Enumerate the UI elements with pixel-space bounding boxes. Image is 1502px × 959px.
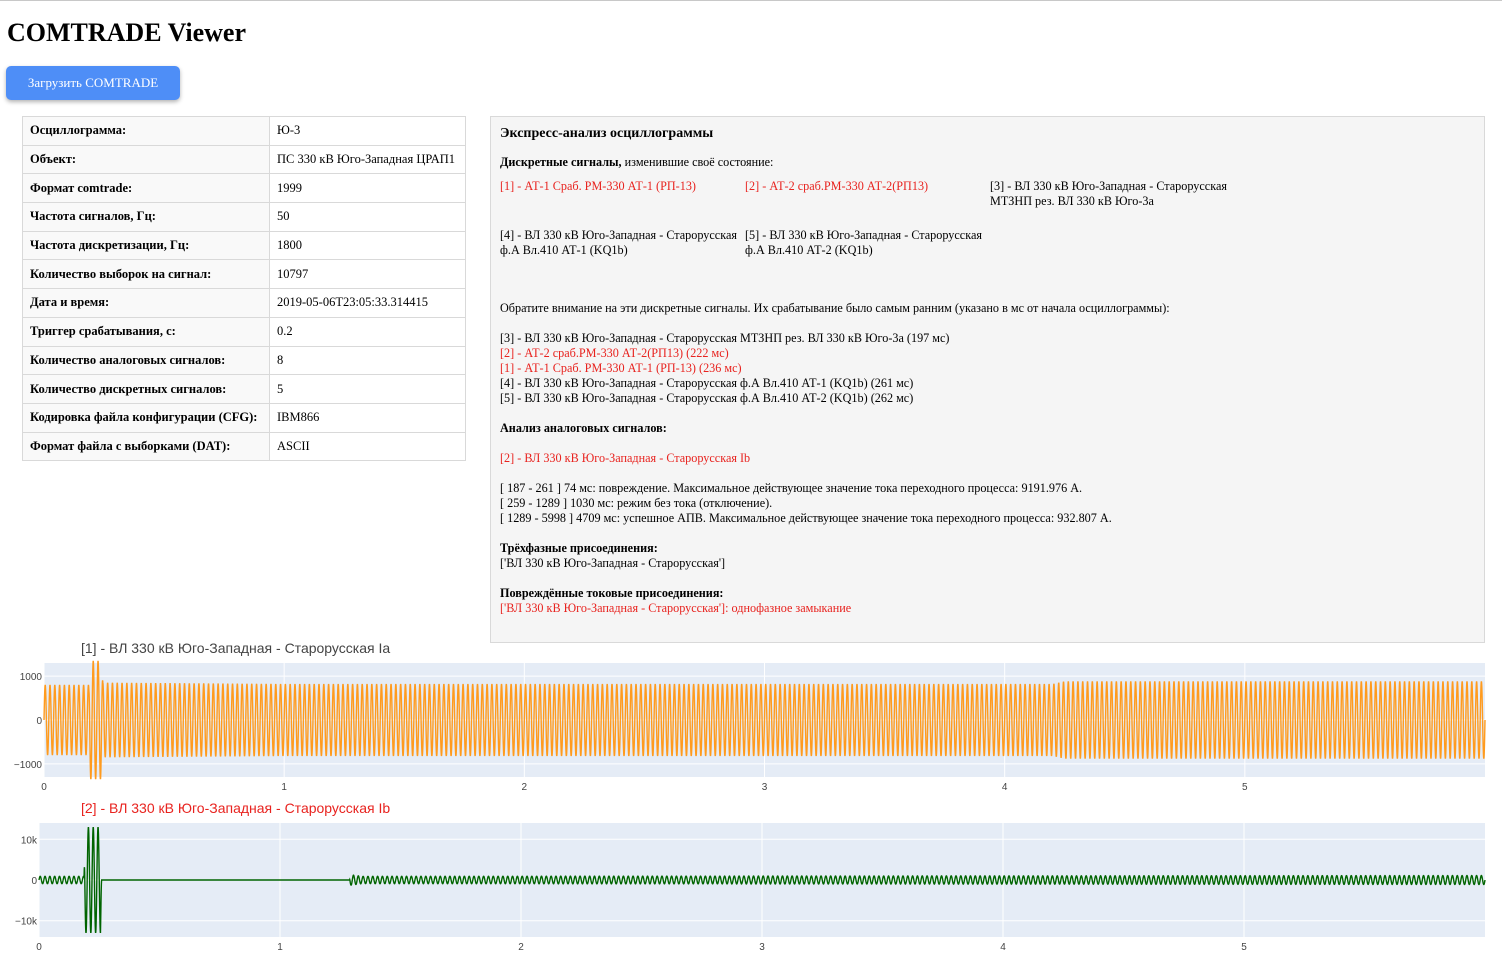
damaged-value: ['ВЛ 330 кВ Юго-Западная - Старорусская'… [500, 601, 852, 615]
interval-item: [ 1289 - 5998 ] 4709 мс: успешное АПВ. М… [500, 511, 1112, 525]
y-tick-label: −10k [15, 917, 38, 928]
info-key: Количество выборок на сигнал: [22, 259, 270, 290]
info-value: ASCII [269, 431, 466, 462]
y-tick-label: 10k [21, 835, 38, 846]
interval-item: [ 259 - 1289 ] 1030 мс: режим без тока (… [500, 496, 773, 510]
info-key: Формат comtrade: [22, 173, 270, 204]
y-tick-label: 1000 [20, 672, 43, 683]
express-analysis-panel: Экспресс-анализ осциллограммы Дискретные… [490, 116, 1485, 643]
x-tick-label: 4 [1002, 782, 1008, 793]
discrete-signal-item: [1] - АТ-1 Сраб. РМ-330 АТ-1 (РП-13) [500, 179, 696, 193]
info-value: 8 [269, 345, 466, 376]
y-tick-label: −1000 [14, 760, 43, 771]
page-title: COMTRADE Viewer [7, 18, 247, 47]
chart-1-title: [1] - ВЛ 330 кВ Юго-Западная - Старорусс… [81, 640, 391, 656]
discrete-signals-grid: [1] - АТ-1 Сраб. РМ-330 АТ-1 (РП-13) [2] … [500, 179, 1475, 277]
info-value: 1999 [269, 173, 466, 204]
info-value: 0.2 [269, 316, 466, 347]
x-tick-label: 2 [518, 942, 524, 953]
x-tick-label: 3 [762, 782, 768, 793]
info-row: Количество дискретных сигналов: 5 [22, 374, 466, 404]
info-value: 2019-05-06T23:05:33.314415 [269, 288, 466, 318]
info-key: Объект: [22, 144, 270, 175]
info-row: Формат файла с выборками (DAT): ASCII [22, 431, 466, 462]
info-key: Частота сигналов, Гц: [22, 202, 270, 232]
info-row: Частота сигналов, Гц: 50 [22, 202, 466, 232]
x-tick-label: 1 [281, 782, 287, 793]
info-row: Осциллограмма: Ю-3 [22, 116, 466, 146]
earliest-item: [4] - ВЛ 330 кВ Юго-Западная - Старорусс… [500, 376, 914, 390]
info-row: Количество выборок на сигнал: 10797 [22, 259, 466, 290]
three-phase-heading: Трёхфазные присоединения: [500, 541, 658, 555]
x-tick-label: 5 [1242, 782, 1248, 793]
earliest-item: [1] - АТ-1 Сраб. РМ-330 АТ-1 (РП-13) (23… [500, 361, 742, 375]
discrete-signal-item: [5] - ВЛ 330 кВ Юго-Западная - Старорусс… [745, 228, 982, 257]
y-tick-label: 0 [36, 716, 42, 727]
x-tick-label: 3 [759, 942, 765, 953]
info-row: Триггер срабатывания, с: 0.2 [22, 316, 466, 347]
analog-heading: Анализ аналоговых сигналов: [500, 421, 667, 435]
intervals-list: [ 187 - 261 ] 74 мс: повреждение. Максим… [500, 481, 1475, 526]
info-row: Частота дискретизации, Гц: 1800 [22, 230, 466, 261]
x-tick-label: 1 [277, 942, 283, 953]
earliest-item: [3] - ВЛ 330 кВ Юго-Западная - Старорусс… [500, 331, 950, 345]
y-tick-label: 0 [31, 876, 37, 887]
x-tick-label: 2 [522, 782, 528, 793]
info-key: Кодировка файла конфигурации (CFG): [22, 402, 270, 433]
info-value: 5 [269, 374, 466, 404]
info-row: Формат comtrade: 1999 [22, 173, 466, 204]
earliest-item: [2] - АТ-2 сраб.РМ-330 АТ-2(РП13) (222 м… [500, 346, 729, 360]
info-key: Триггер срабатывания, с: [22, 316, 270, 347]
info-value: ПС 330 кВ Юго-Западная ЦРАП1 [269, 144, 466, 175]
info-value: 50 [269, 202, 466, 232]
info-row: Объект: ПС 330 кВ Юго-Западная ЦРАП1 [22, 144, 466, 175]
file-info-table: Осциллограмма: Ю-3 Объект: ПС 330 кВ Юго-За… [22, 116, 466, 462]
damaged-heading: Повреждённые токовые присоединения: [500, 586, 724, 600]
info-key: Формат файла с выборками (DAT): [22, 431, 270, 462]
info-key: Количество дискретных сигналов: [22, 374, 270, 404]
info-value: Ю-3 [269, 116, 466, 146]
analog-signal: [2] - ВЛ 330 кВ Юго-Западная - Старорусс… [500, 451, 751, 465]
info-key: Количество аналоговых сигналов: [22, 345, 270, 376]
x-tick-label: 4 [1000, 942, 1006, 953]
info-value: 10797 [269, 259, 466, 290]
discrete-heading-bold: Дискретные сигналы, [500, 155, 622, 169]
chart-2-title: [2] - ВЛ 330 кВ Юго-Западная - Старорусс… [81, 800, 391, 816]
discrete-signal-item: [4] - ВЛ 330 кВ Юго-Западная - Старорусс… [500, 228, 737, 257]
discrete-heading: Дискретные сигналы, изменившие своё сост… [500, 155, 1475, 170]
discrete-signal-item: [3] - ВЛ 330 кВ Юго-Западная - Старорусс… [990, 179, 1227, 208]
info-row: Количество аналоговых сигналов: 8 [22, 345, 466, 376]
analysis-title: Экспресс-анализ осциллограммы [500, 126, 714, 141]
info-row: Кодировка файла конфигурации (CFG): IBM86… [22, 402, 466, 433]
earliest-item: [5] - ВЛ 330 кВ Юго-Западная - Старорусс… [500, 391, 914, 405]
upload-comtrade-button[interactable]: Загрузить COMTRADE [6, 66, 180, 100]
chart-2-ib[interactable]: 0 1 2 3 4 5 10k 0 −10k [0, 817, 1502, 959]
discrete-heading-rest: изменившие своё состояние: [621, 155, 774, 169]
three-phase-value: ['ВЛ 330 кВ Юго-Западная - Старорусская'… [500, 556, 726, 570]
info-key: Дата и время: [22, 288, 270, 318]
x-tick-label: 5 [1241, 942, 1247, 953]
info-row: Дата и время: 2019-05-06T23:05:33.314415 [22, 288, 466, 318]
info-key: Частота дискретизации, Гц: [22, 230, 270, 261]
x-tick-label: 0 [36, 942, 42, 953]
interval-item: [ 187 - 261 ] 74 мс: повреждение. Максим… [500, 481, 1083, 495]
info-value: IBM866 [269, 402, 466, 433]
info-value: 1800 [269, 230, 466, 261]
earliest-list: [3] - ВЛ 330 кВ Юго-Западная - Старорусс… [500, 331, 1475, 406]
discrete-signal-item: [2] - АТ-2 сраб.РМ-330 АТ-2(РП13) [745, 179, 929, 193]
chart-1-ia[interactable]: 0 1 2 3 4 5 1000 0 −1000 [0, 657, 1502, 797]
info-key: Осциллограмма: [22, 116, 270, 146]
x-tick-label: 0 [41, 782, 47, 793]
earliest-note: Обратите внимание на эти дискретные сигн… [500, 301, 1170, 315]
